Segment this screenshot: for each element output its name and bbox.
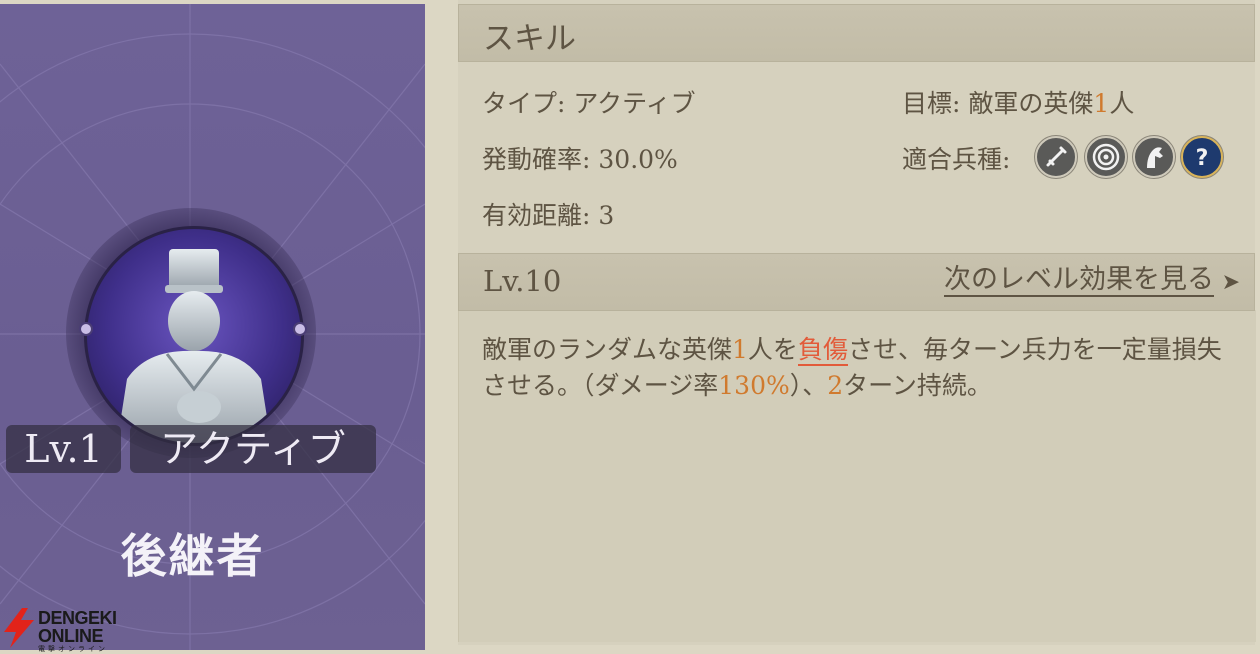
effective-range-row: 有効距離: 3 — [482, 201, 615, 230]
target-icon[interactable] — [1085, 136, 1127, 178]
question-icon[interactable]: ? — [1181, 136, 1223, 178]
ring-dot-left — [79, 322, 93, 336]
next-level-effect-link[interactable]: 次のレベル効果を見る — [944, 265, 1214, 297]
skill-header-bar: スキル — [458, 4, 1255, 62]
skill-type-row: タイプ: アクティブ — [482, 89, 696, 118]
troop-type-label: 適合兵種: — [902, 145, 1011, 174]
level-tag: Lv.1 — [6, 425, 121, 473]
svg-text:?: ? — [1196, 146, 1209, 171]
type-tag: アクティブ — [130, 425, 376, 473]
lightning-bolt-icon — [4, 608, 34, 648]
hero-portrait — [84, 226, 304, 446]
activation-chance-row: 発動確率: 30.0% — [482, 145, 678, 174]
skill-name: 後継者 — [120, 529, 265, 583]
ring-dot-right — [293, 322, 307, 336]
skill-level: Lv.10 — [483, 264, 562, 298]
horse-icon[interactable] — [1133, 136, 1175, 178]
injury-status-link[interactable]: 負傷 — [797, 335, 848, 366]
sword-icon[interactable] — [1035, 136, 1077, 178]
arrow-right-icon[interactable]: ➤ — [1222, 270, 1240, 295]
skill-section-title: スキル — [483, 21, 576, 57]
skill-description: 敵軍のランダムな英傑1人を負傷させ、毎ターン兵力を一定量損失させる。（ダメージ率… — [482, 335, 1222, 400]
level-header-bar: Lv.10 次のレベル効果を見る ➤ — [458, 253, 1255, 311]
skill-target-row: 目標: 敵軍の英傑1人 — [902, 89, 1135, 118]
dengeki-online-logo: DENGEKI ONLINE 電撃オンライン — [0, 606, 130, 653]
hero-figure-icon — [117, 249, 271, 443]
